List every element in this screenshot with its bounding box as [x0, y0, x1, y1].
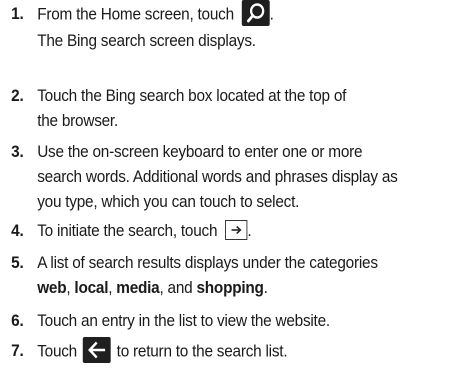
step-text-line: web, local, media, and shopping. [37, 279, 268, 297]
step-text-line: To initiate the search, touch [37, 222, 218, 240]
step-text-line: you type, which you can touch to select. [37, 193, 300, 211]
category-shopping: shopping [196, 279, 264, 297]
step-text-line: the browser. [37, 112, 119, 130]
category-local: local [74, 279, 109, 297]
step-number: 1. [11, 5, 24, 23]
arrow-right-icon [225, 219, 248, 240]
back-arrow-icon [82, 337, 111, 363]
step-text-line: Use the on-screen keyboard to enter one … [37, 143, 363, 161]
step-text-line: to return to the search list. [116, 342, 288, 361]
step-text-line: Touch an entry in the list to view the w… [37, 312, 330, 330]
step-text-line: Touch the Bing search box located at the… [37, 87, 347, 105]
step-text-line: Touch [37, 342, 77, 361]
step-number: 2. [11, 87, 24, 105]
category-web: web [37, 279, 67, 297]
step-number: 5. [11, 254, 24, 272]
step-text-line: From the Home screen, touch [37, 5, 234, 24]
step-text-line: search words. Additional words and phras… [37, 168, 398, 186]
step-text-line: The Bing search screen displays. [37, 32, 256, 50]
step-number: 6. [11, 312, 24, 330]
step-text: From the Home screen, touch . The Bing s… [37, 0, 465, 50]
search-icon [241, 0, 270, 26]
step-text-line: . [247, 222, 252, 240]
step-text-line: A list of search results displays under … [37, 254, 378, 272]
instruction-page: 1. From the Home screen, touch . The Bin… [0, 0, 472, 380]
step-number: 7. [11, 342, 24, 360]
step-number: 4. [11, 222, 24, 240]
category-media: media [116, 279, 160, 297]
step-number: 3. [11, 143, 24, 161]
step-text-line: . [269, 5, 274, 24]
